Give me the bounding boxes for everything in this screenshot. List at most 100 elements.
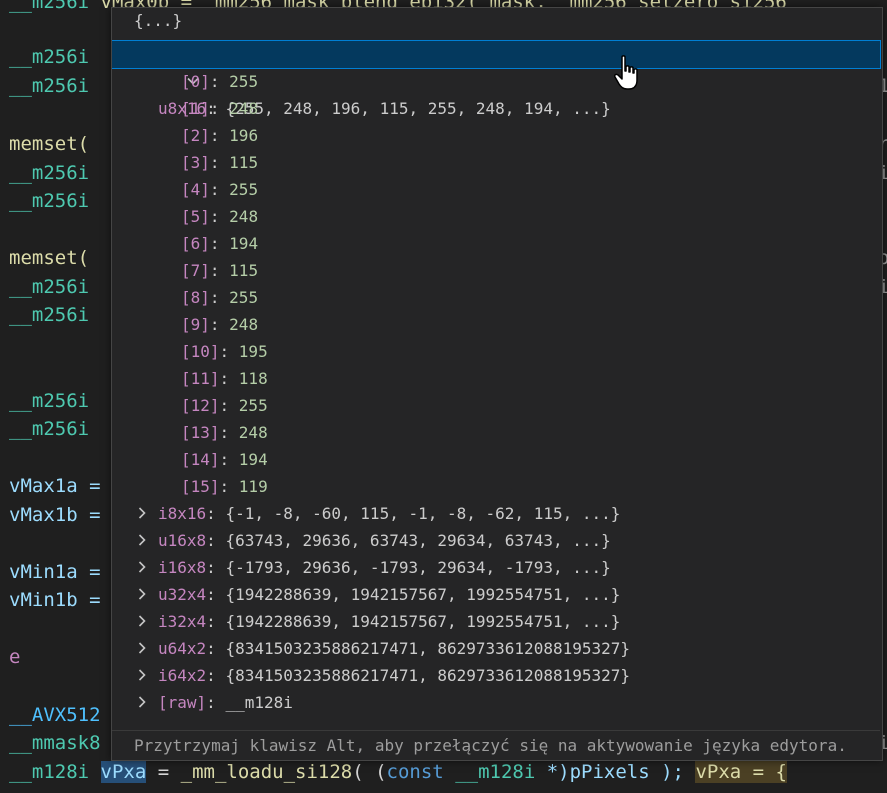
tree-row-colon: : [206,612,226,631]
element-colon: : [209,288,230,307]
tree-row-summary: {8341503235886217471, 862973361208819532… [225,639,631,658]
tree-row-name: i8x16 [158,504,207,523]
code-line-fragment: __mmask8 [9,732,101,754]
element-colon: : [209,207,230,226]
tree-row-collapsed[interactable]: i64x2: {8341503235886217471, 86297336120… [112,662,880,689]
element-colon: : [209,315,230,334]
element-index: [10] [181,342,220,361]
inline-value-hint: vPxa = { [695,761,787,783]
code-token-type2: __m128i [455,761,536,783]
chevron-right-icon[interactable] [134,581,150,610]
element-colon: : [209,234,230,253]
code-token-eq: = [146,761,181,783]
element-index: [0] [181,72,210,91]
tree-row-collapsed[interactable]: i16x8: {-1793, 29636, -1793, 29634, -179… [112,554,880,581]
element-value: 255 [238,396,268,415]
tree-row-element[interactable]: [13]: 248 [112,419,880,446]
tree-row-collapsed[interactable]: u64x2: {8341503235886217471, 86297336120… [112,635,880,662]
code-line-fragment: __m256i [9,46,90,68]
code-line-fragment: e [9,646,21,668]
tree-row-name: i64x2 [158,666,207,685]
code-token-type: __m256i [9,0,90,13]
element-colon: : [209,153,230,172]
code-token-const: const [386,761,444,783]
code-line-fragment: vMin1b = [9,589,101,611]
tree-row-element[interactable]: [0]: 255 [112,68,880,95]
tree-row-name: u64x2 [158,639,207,658]
tree-row-element[interactable]: [12]: 255 [112,392,880,419]
code-line-fragment: memset( [9,247,90,269]
tree-row-name: [raw] [158,693,207,712]
element-index: [15] [181,477,220,496]
tree-row-colon: : [206,639,226,658]
code-line-fragment: __m256i [9,190,90,212]
tree-row-name: u32x4 [158,585,207,604]
element-value: 248 [229,99,259,118]
tree-row-name: i32x4 [158,612,207,631]
tree-row-collapsed[interactable]: u32x4: {1942288639, 1942157567, 19925547… [112,581,880,608]
chevron-right-icon[interactable] [134,527,150,556]
tree-row-element[interactable]: [6]: 194 [112,230,880,257]
tree-row-element[interactable]: [15]: 119 [112,473,880,500]
tree-row-summary: {1942288639, 1942157567, 1992554751, ...… [225,585,621,604]
element-value: 248 [229,207,259,226]
element-colon: : [209,99,230,118]
element-value: 255 [229,288,259,307]
tree-row-colon: : [206,558,226,577]
code-line-fragment: __m256i [9,390,90,412]
code-token-var-vpxa[interactable]: vPxa [100,761,147,783]
tree-row-element[interactable]: [9]: 248 [112,311,880,338]
code-line-fragment: vMax1b = [9,504,101,526]
chevron-right-icon[interactable] [134,662,150,691]
tree-row-collapsed[interactable]: i8x16: {-1, -8, -60, 115, -1, -8, -62, 1… [112,500,880,527]
element-value: 194 [238,450,268,469]
element-value: 248 [238,423,268,442]
code-line-vpxa: __m128i vPxa = _mm_loadu_si128( (const _… [9,758,787,787]
tree-row-element[interactable]: [4]: 255 [112,176,880,203]
tree-row-element[interactable]: [2]: 196 [112,122,880,149]
tree-row-element[interactable]: [1]: 248 [112,95,880,122]
chevron-right-icon[interactable] [134,635,150,664]
element-value: 194 [229,234,259,253]
element-index: [4] [181,180,210,199]
tree-row-colon: : [206,666,226,685]
code-line-fragment: __m256i [9,75,90,97]
tree-row-summary: {1942288639, 1942157567, 1992554751, ...… [225,612,621,631]
tree-row-u8x16[interactable]: u8x16: {255, 248, 196, 115, 255, 248, 19… [112,40,881,118]
hover-header-value: {...} [134,11,183,30]
tree-row-colon: : [206,693,226,712]
tree-row-summary: {63743, 29636, 63743, 29634, 63743, ...} [225,531,611,550]
element-colon: : [219,369,239,388]
tree-row-collapsed[interactable]: u16x8: {63743, 29636, 63743, 29634, 6374… [112,527,880,554]
element-colon: : [209,72,230,91]
tree-row-collapsed[interactable]: i32x4: {1942288639, 1942157567, 19925547… [112,608,880,635]
tree-row-element[interactable]: [7]: 115 [112,257,880,284]
tree-row-element[interactable]: [5]: 248 [112,203,880,230]
tree-row-element[interactable]: [10]: 195 [112,338,880,365]
tree-row-element[interactable]: [11]: 118 [112,365,880,392]
tree-row-collapsed[interactable]: [raw]: __m128i [112,689,880,716]
tree-row-element[interactable]: [8]: 255 [112,284,880,311]
element-value: 255 [229,180,259,199]
code-line-fragment: __AVX512 [9,704,101,726]
code-token-fn: _mm_loadu_si128 [180,761,353,783]
tree-row-summary: __m128i [225,693,293,712]
chevron-right-icon[interactable] [134,689,150,718]
element-colon: : [219,450,239,469]
debug-hover-widget[interactable]: {...} u8x16: {255, 248, 196, 115, 255, 2… [111,7,883,761]
tree-row-element[interactable]: [14]: 194 [112,446,880,473]
tree-row-name: u16x8 [158,531,207,550]
element-value: 115 [229,261,259,280]
element-index: [12] [181,396,220,415]
chevron-right-icon[interactable] [134,500,150,529]
code-line-fragment: vMin1a = [9,561,101,583]
chevron-right-icon[interactable] [134,554,150,583]
tree-row-element[interactable]: [3]: 115 [112,149,880,176]
code-line-fragment: memset( [9,133,90,155]
code-token-paren: ( ( [352,761,387,783]
hand-pointer-icon [614,55,638,90]
chevron-right-icon[interactable] [134,608,150,637]
element-value: 118 [238,369,268,388]
element-value: 248 [229,315,259,334]
element-colon: : [209,261,230,280]
